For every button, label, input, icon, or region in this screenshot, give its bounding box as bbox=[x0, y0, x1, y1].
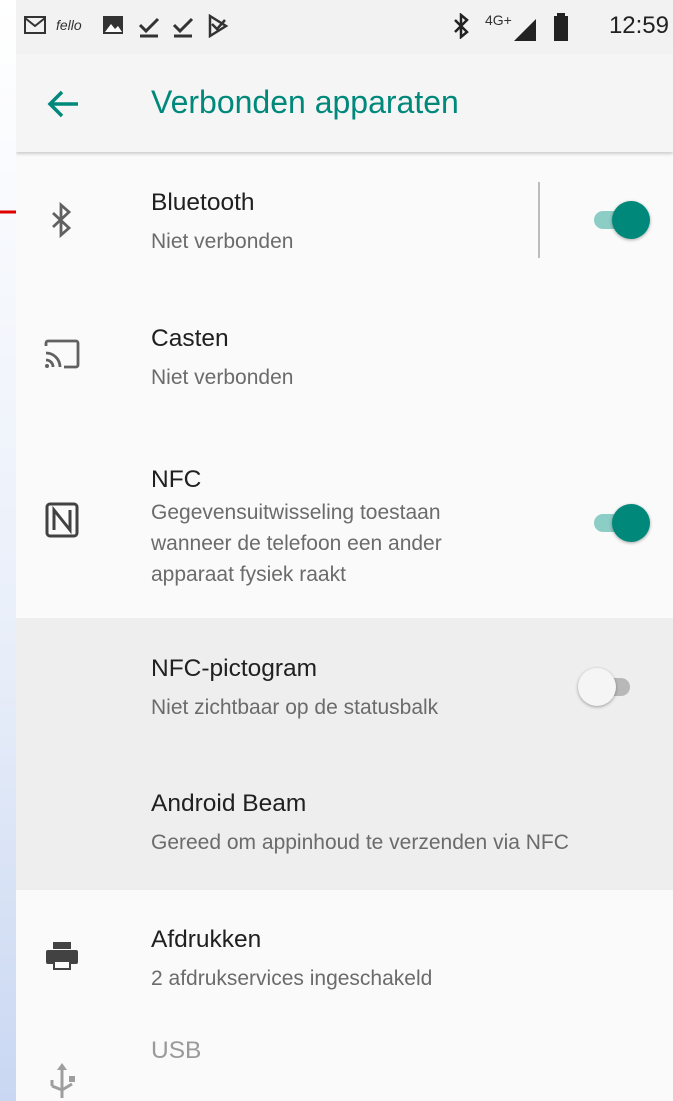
item-title: NFC bbox=[151, 466, 202, 493]
nfc-toggle[interactable] bbox=[590, 502, 650, 542]
nfc-subsettings-group: NFC-pictogram Niet zichtbaar op de statu… bbox=[16, 618, 673, 890]
phone-screen: fello 4G+ 12:59 Verbonden apparaten Blue… bbox=[16, 0, 673, 1101]
toggle-thumb bbox=[578, 668, 616, 706]
page-background bbox=[0, 0, 16, 1101]
check-download-icon bbox=[138, 17, 160, 38]
list-item-android-beam[interactable]: Android Beam Gereed om appinhoud te verz… bbox=[16, 754, 673, 890]
network-type: 4G+ bbox=[485, 12, 512, 28]
battery-icon bbox=[554, 13, 568, 41]
fello-app-label: fello bbox=[56, 17, 82, 33]
bluetooth-toggle[interactable] bbox=[590, 199, 650, 239]
item-subtitle: 2 afdrukservices ingeschakeld bbox=[151, 967, 433, 990]
item-title: Casten bbox=[151, 325, 229, 352]
list-item-afdrukken[interactable]: Afdrukken 2 afdrukservices ingeschakeld bbox=[16, 890, 673, 1026]
print-icon bbox=[46, 942, 78, 970]
usb-icon bbox=[50, 1063, 75, 1098]
back-arrow-icon[interactable] bbox=[44, 84, 84, 124]
item-subtitle: Gereed om appinhoud te verzenden via NFC bbox=[151, 831, 569, 854]
item-title: Android Beam bbox=[151, 790, 307, 817]
bluetooth-status-icon bbox=[454, 13, 469, 39]
item-title: Bluetooth bbox=[151, 189, 255, 216]
list-item-bluetooth[interactable]: Bluetooth Niet verbonden bbox=[16, 152, 673, 288]
list-item-usb[interactable]: USB bbox=[16, 1026, 673, 1101]
nfc-pictogram-toggle[interactable] bbox=[578, 666, 638, 706]
list-item-nfc-pictogram[interactable]: NFC-pictogram Niet zichtbaar op de statu… bbox=[16, 618, 673, 754]
check-download-icon-2 bbox=[172, 17, 194, 38]
toggle-thumb bbox=[612, 201, 650, 239]
cast-icon bbox=[44, 339, 80, 369]
status-bar: fello 4G+ 12:59 bbox=[16, 0, 673, 54]
gmail-icon bbox=[24, 16, 46, 34]
photo-icon bbox=[103, 16, 123, 34]
item-subtitle: Niet verbonden bbox=[151, 366, 294, 389]
nfc-icon bbox=[45, 502, 79, 538]
toggle-thumb bbox=[612, 504, 650, 542]
item-title: USB bbox=[151, 1037, 202, 1064]
list-item-casten[interactable]: Casten Niet verbonden bbox=[16, 288, 673, 424]
page-title: Verbonden apparaten bbox=[151, 84, 459, 120]
item-title: NFC-pictogram bbox=[151, 655, 318, 682]
list-item-nfc[interactable]: NFC Gegevensuitwisseling toestaan wannee… bbox=[16, 424, 673, 618]
item-subtitle: Gegevensuitwisseling toestaan wanneer de… bbox=[151, 501, 442, 586]
item-title: Afdrukken bbox=[151, 926, 262, 953]
item-subtitle: Niet verbonden bbox=[151, 230, 294, 253]
bluetooth-icon bbox=[52, 201, 72, 239]
signal-icon bbox=[514, 19, 536, 41]
app-bar: Verbonden apparaten bbox=[16, 54, 673, 152]
play-store-icon bbox=[208, 14, 229, 38]
clock: 12:59 bbox=[608, 12, 669, 39]
divider bbox=[538, 182, 540, 258]
item-subtitle: Niet zichtbaar op de statusbalk bbox=[151, 696, 439, 719]
